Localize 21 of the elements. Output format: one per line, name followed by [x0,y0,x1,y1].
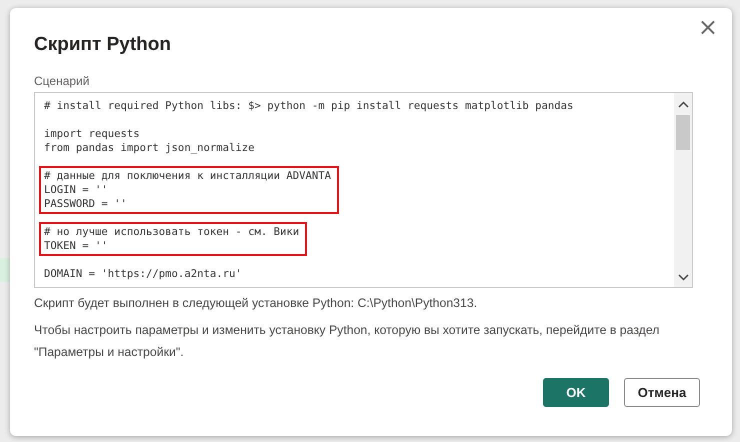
scroll-thumb[interactable] [676,115,690,150]
scroll-up-icon[interactable] [678,101,688,108]
code-line: # install required Python libs: $> python -m pip install requests matplotlib pandas [44,99,574,113]
dialog-title: Скрипт Python [34,34,172,56]
field-label: Сценарий [34,74,90,88]
code-line: # но лучше использовать токен - см. Вики [44,225,300,239]
info-text: Чтобы настроить параметры и изменить установку Python, которую вы хотите запускать, перейдите в раздел "Параметры и настройки". [34,322,660,361]
code-line: import requests [44,127,141,141]
close-button[interactable]: × [694,14,722,40]
code-line: TOKEN = '' [44,239,109,253]
code-line: DOMAIN = 'https://pmo.a2nta.ru' [44,267,242,281]
code-line: PASSWORD = '' [44,197,128,211]
ok-button[interactable]: OK [543,378,609,407]
code-line: LOGIN = '' [44,183,109,197]
code-line: from pandas import json_normalize [44,141,254,155]
code-line: # данные для поключения к инсталляции ADVANTA [44,169,332,183]
scroll-down-icon[interactable] [678,274,688,281]
scrollbar[interactable] [674,93,692,287]
cancel-button[interactable]: Отмена [624,378,700,407]
info-text: Скрипт будет выполнен в следующей установке Python: C:\Python\Python313. [34,296,478,310]
code-editor[interactable] [34,92,693,288]
